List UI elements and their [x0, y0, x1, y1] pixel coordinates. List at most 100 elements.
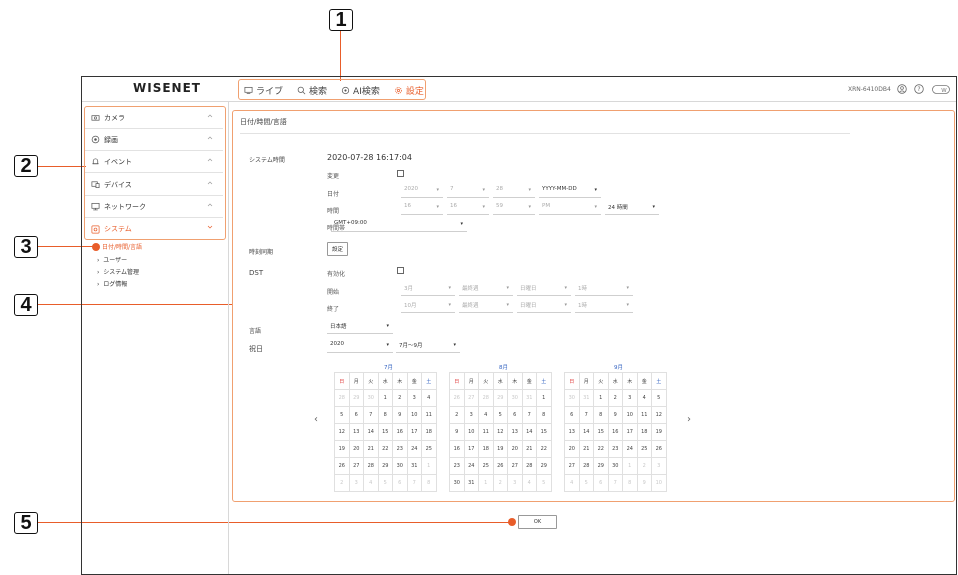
- calendar-day-cell[interactable]: 21: [521, 440, 537, 458]
- calendar-day-cell[interactable]: 31: [463, 474, 479, 492]
- calendar-day-cell[interactable]: 29: [593, 457, 609, 475]
- calendar-day-cell[interactable]: 29: [492, 389, 508, 407]
- calendar-day-cell[interactable]: 6: [348, 406, 364, 424]
- calendar-day-cell[interactable]: 28: [578, 457, 594, 475]
- calendar-day-cell[interactable]: 1: [536, 389, 552, 407]
- calendar-day-cell[interactable]: 21: [578, 440, 594, 458]
- calendar-day-cell[interactable]: 1: [478, 474, 494, 492]
- calendar-day-cell[interactable]: 2: [334, 474, 350, 492]
- calendar-day-cell[interactable]: 1: [622, 457, 638, 475]
- calendar-day-cell[interactable]: 12: [651, 406, 667, 424]
- calendar-day-cell[interactable]: 5: [536, 474, 552, 492]
- calendar-day-cell[interactable]: 25: [478, 457, 494, 475]
- calendar-day-cell[interactable]: 22: [593, 440, 609, 458]
- calendar-day-cell[interactable]: 5: [377, 474, 393, 492]
- calendar-day-cell[interactable]: 2: [449, 406, 465, 424]
- calendar-day-cell[interactable]: 16: [392, 423, 408, 441]
- calendar-day-cell[interactable]: 29: [536, 457, 552, 475]
- calendar-day-cell[interactable]: 2: [492, 474, 508, 492]
- calendar-day-cell[interactable]: 28: [521, 457, 537, 475]
- calendar-day-cell[interactable]: 10: [651, 474, 667, 492]
- calendar-day-cell[interactable]: 8: [593, 406, 609, 424]
- calendar-day-cell[interactable]: 20: [348, 440, 364, 458]
- calendar-day-cell[interactable]: 15: [377, 423, 393, 441]
- calendar-day-cell[interactable]: 23: [392, 440, 408, 458]
- calendar-day-cell[interactable]: 19: [651, 423, 667, 441]
- calendar-day-cell[interactable]: 30: [507, 389, 523, 407]
- calendar-day-cell[interactable]: 4: [521, 474, 537, 492]
- calendar-day-cell[interactable]: 9: [636, 474, 652, 492]
- calendar-day-cell[interactable]: 6: [507, 406, 523, 424]
- calendar-day-cell[interactable]: 23: [607, 440, 623, 458]
- calendar-day-cell[interactable]: 23: [449, 457, 465, 475]
- calendar-day-cell[interactable]: 27: [564, 457, 580, 475]
- calendar-day-cell[interactable]: 31: [578, 389, 594, 407]
- dst-enable-checkbox[interactable]: [397, 267, 404, 274]
- calendar-day-cell[interactable]: 10: [406, 406, 422, 424]
- calendar-day-cell[interactable]: 14: [521, 423, 537, 441]
- user-icon[interactable]: [897, 84, 907, 94]
- calendar-day-cell[interactable]: 11: [421, 406, 437, 424]
- language-select[interactable]: 日本語 ▾: [327, 322, 393, 334]
- calendar-day-cell[interactable]: 28: [334, 389, 350, 407]
- calendar-day-cell[interactable]: 3: [651, 457, 667, 475]
- calendar-day-cell[interactable]: 19: [492, 440, 508, 458]
- calendar-day-cell[interactable]: 7: [521, 406, 537, 424]
- calendar-day-cell[interactable]: 31: [521, 389, 537, 407]
- sidebar-subitem-log[interactable]: › ログ情報: [97, 279, 127, 288]
- calendar-day-cell[interactable]: 28: [363, 457, 379, 475]
- calendar-day-cell[interactable]: 13: [507, 423, 523, 441]
- calendar-day-cell[interactable]: 8: [421, 474, 437, 492]
- calendar-day-cell[interactable]: 16: [607, 423, 623, 441]
- calendar-day-cell[interactable]: 24: [622, 440, 638, 458]
- calendar-day-cell[interactable]: 3: [348, 474, 364, 492]
- calendar-day-cell[interactable]: 12: [492, 423, 508, 441]
- calendar-day-cell[interactable]: 31: [406, 457, 422, 475]
- calendar-day-cell[interactable]: 21: [363, 440, 379, 458]
- ok-button[interactable]: OK: [518, 515, 557, 529]
- calendar-day-cell[interactable]: 26: [492, 457, 508, 475]
- calendar-day-cell[interactable]: 13: [348, 423, 364, 441]
- calendar-day-cell[interactable]: 1: [421, 457, 437, 475]
- calendar-day-cell[interactable]: 11: [478, 423, 494, 441]
- calendar-day-cell[interactable]: 1: [377, 389, 393, 407]
- calendar-day-cell[interactable]: 2: [607, 389, 623, 407]
- calendar-day-cell[interactable]: 3: [463, 406, 479, 424]
- calendar-day-cell[interactable]: 14: [578, 423, 594, 441]
- calendar-day-cell[interactable]: 7: [578, 406, 594, 424]
- calendar-day-cell[interactable]: 3: [507, 474, 523, 492]
- calendar-day-cell[interactable]: 25: [421, 440, 437, 458]
- calendar-day-cell[interactable]: 25: [636, 440, 652, 458]
- calendar-day-cell[interactable]: 7: [406, 474, 422, 492]
- change-checkbox[interactable]: [397, 170, 404, 177]
- sync-settings-button[interactable]: 設定: [327, 242, 348, 256]
- calendar-day-cell[interactable]: 19: [334, 440, 350, 458]
- calendar-day-cell[interactable]: 15: [536, 423, 552, 441]
- calendar-day-cell[interactable]: 26: [651, 440, 667, 458]
- timezone-select[interactable]: GMT+09:00 ▾: [331, 220, 467, 232]
- calendar-day-cell[interactable]: 15: [593, 423, 609, 441]
- sidebar-subitem-system-mgmt[interactable]: › システム管理: [97, 267, 139, 276]
- calendar-day-cell[interactable]: 22: [536, 440, 552, 458]
- calendar-day-cell[interactable]: 18: [636, 423, 652, 441]
- calendar-day-cell[interactable]: 4: [564, 474, 580, 492]
- calendar-day-cell[interactable]: 16: [449, 440, 465, 458]
- calendar-day-cell[interactable]: 22: [377, 440, 393, 458]
- calendar-day-cell[interactable]: 18: [478, 440, 494, 458]
- calendar-day-cell[interactable]: 10: [622, 406, 638, 424]
- prev-month-button[interactable]: ‹: [314, 414, 318, 425]
- calendar-day-cell[interactable]: 14: [363, 423, 379, 441]
- calendar-day-cell[interactable]: 9: [392, 406, 408, 424]
- help-icon[interactable]: ?: [914, 84, 924, 94]
- calendar-day-cell[interactable]: 5: [334, 406, 350, 424]
- holiday-year-select[interactable]: 2020 ▾: [327, 341, 393, 353]
- calendar-day-cell[interactable]: 24: [463, 457, 479, 475]
- calendar-day-cell[interactable]: 20: [507, 440, 523, 458]
- calendar-day-cell[interactable]: 5: [578, 474, 594, 492]
- calendar-day-cell[interactable]: 8: [377, 406, 393, 424]
- calendar-day-cell[interactable]: 4: [478, 406, 494, 424]
- calendar-day-cell[interactable]: 20: [564, 440, 580, 458]
- calendar-day-cell[interactable]: 1: [593, 389, 609, 407]
- holiday-range-select[interactable]: 7月～9月 ▾: [396, 341, 460, 353]
- calendar-day-cell[interactable]: 10: [463, 423, 479, 441]
